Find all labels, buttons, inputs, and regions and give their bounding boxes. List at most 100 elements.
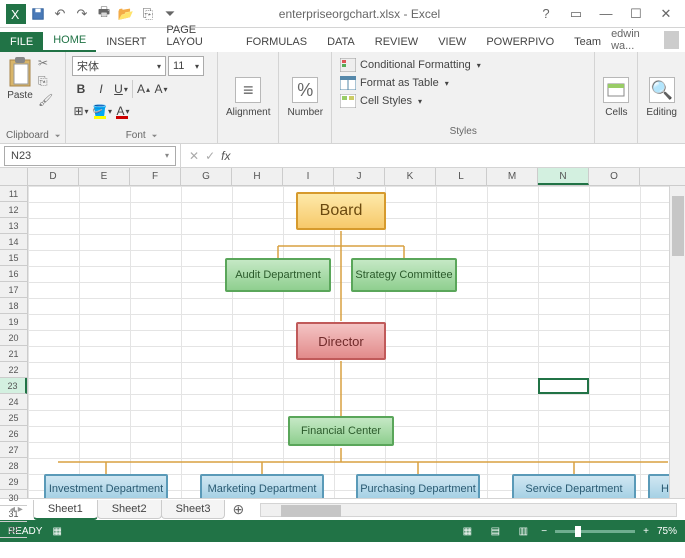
underline-button[interactable]: U▾	[112, 80, 130, 98]
row-header[interactable]: 25	[0, 410, 27, 426]
col-header[interactable]: K	[385, 168, 436, 185]
tab-review[interactable]: REVIEW	[365, 32, 428, 52]
row-header[interactable]: 13	[0, 218, 27, 234]
col-header[interactable]: D	[28, 168, 79, 185]
fill-color-button[interactable]: 🪣▾	[92, 102, 112, 120]
zoom-slider[interactable]	[555, 530, 635, 533]
group-label-font[interactable]: Font	[72, 128, 211, 141]
cut-icon[interactable]: ✂	[38, 56, 53, 70]
row-header[interactable]: 19	[0, 314, 27, 330]
close-icon[interactable]: ✕	[653, 4, 679, 24]
macro-record-icon[interactable]: ▦	[52, 526, 61, 537]
cells-area[interactable]: Board Audit Department Strategy Committe…	[28, 186, 685, 498]
increase-font-icon[interactable]: A▴	[132, 80, 150, 98]
font-size-select[interactable]: 11▾	[168, 56, 204, 76]
zoom-out-button[interactable]: −	[541, 526, 547, 537]
minimize-icon[interactable]: —	[593, 4, 619, 24]
col-header[interactable]: L	[436, 168, 487, 185]
tab-insert[interactable]: INSERT	[96, 32, 156, 52]
vertical-scrollbar[interactable]	[669, 186, 685, 498]
row-header[interactable]: 22	[0, 362, 27, 378]
tab-file[interactable]: FILE	[0, 32, 43, 52]
fx-enter-icon[interactable]: ✓	[205, 149, 215, 163]
row-header[interactable]: 29	[0, 474, 27, 490]
row-header-selected[interactable]: 23	[0, 378, 27, 394]
format-as-table-button[interactable]: Format as Table▾	[340, 76, 586, 90]
open-icon[interactable]: 📂	[116, 4, 136, 24]
col-header[interactable]: E	[79, 168, 130, 185]
border-button[interactable]: ⊞▾	[72, 102, 90, 120]
row-header[interactable]: 30	[0, 490, 27, 506]
col-header[interactable]: I	[283, 168, 334, 185]
row-header[interactable]: 17	[0, 282, 27, 298]
tab-view[interactable]: VIEW	[428, 32, 476, 52]
maximize-icon[interactable]: ☐	[623, 4, 649, 24]
row-header[interactable]: 12	[0, 202, 27, 218]
view-pagebreak-icon[interactable]: ▥	[513, 523, 533, 539]
sheet-tab[interactable]: Sheet1	[33, 500, 98, 520]
format-painter-icon[interactable]: 🖌	[38, 93, 53, 107]
row-header[interactable]: 31	[0, 506, 27, 522]
col-header[interactable]: F	[130, 168, 181, 185]
fx-cancel-icon[interactable]: ✕	[189, 149, 199, 163]
view-pagelayout-icon[interactable]: ▤	[485, 523, 505, 539]
sheet-tab[interactable]: Sheet3	[161, 500, 226, 519]
row-header[interactable]: 20	[0, 330, 27, 346]
row-header[interactable]: 26	[0, 426, 27, 442]
selected-cell[interactable]	[538, 378, 589, 394]
col-header[interactable]: M	[487, 168, 538, 185]
row-header[interactable]: 32	[0, 522, 27, 538]
col-header-selected[interactable]: N	[538, 168, 589, 185]
tab-powerpivot[interactable]: POWERPIVO	[476, 32, 564, 52]
user-name[interactable]: edwin wa...	[611, 28, 658, 52]
row-header[interactable]: 28	[0, 458, 27, 474]
formula-input[interactable]	[238, 146, 685, 166]
group-number[interactable]: % Number	[279, 52, 332, 143]
col-header[interactable]: H	[232, 168, 283, 185]
cell-styles-button[interactable]: Cell Styles▾	[340, 94, 586, 108]
row-header[interactable]: 14	[0, 234, 27, 250]
copy-icon[interactable]: ⎘	[38, 74, 53, 89]
row-header[interactable]: 11	[0, 186, 27, 202]
group-editing[interactable]: 🔍 Editing	[638, 52, 685, 143]
save-icon[interactable]	[28, 4, 48, 24]
group-alignment[interactable]: ≡ Alignment	[218, 52, 279, 143]
bold-button[interactable]: B	[72, 80, 90, 98]
zoom-in-button[interactable]: +	[643, 526, 649, 537]
col-header[interactable]: G	[181, 168, 232, 185]
horizontal-scrollbar[interactable]	[260, 503, 677, 517]
view-normal-icon[interactable]: ▦	[457, 523, 477, 539]
row-header[interactable]: 27	[0, 442, 27, 458]
copy-icon[interactable]: ⎘	[138, 4, 158, 24]
group-cells[interactable]: Cells	[595, 52, 638, 143]
tab-data[interactable]: DATA	[317, 32, 365, 52]
name-box[interactable]: N23▾	[4, 146, 176, 166]
col-header[interactable]: O	[589, 168, 640, 185]
conditional-formatting-button[interactable]: Conditional Formatting▾	[340, 58, 586, 72]
undo-icon[interactable]: ↶	[50, 4, 70, 24]
decrease-font-icon[interactable]: A▾	[152, 80, 170, 98]
row-header[interactable]: 24	[0, 394, 27, 410]
tab-home[interactable]: HOME	[43, 30, 96, 52]
zoom-level[interactable]: 75%	[657, 526, 677, 537]
tab-formulas[interactable]: FORMULAS	[236, 32, 317, 52]
sheet-tab[interactable]: Sheet2	[97, 500, 162, 519]
font-name-select[interactable]: 宋体▾	[72, 56, 166, 76]
italic-button[interactable]: I	[92, 80, 110, 98]
tab-team[interactable]: Team	[564, 32, 611, 52]
add-sheet-button[interactable]: ⊕	[224, 501, 252, 518]
row-header[interactable]: 15	[0, 250, 27, 266]
font-color-button[interactable]: A▾	[114, 102, 132, 120]
fx-icon[interactable]: fx	[221, 149, 230, 163]
row-header[interactable]: 18	[0, 298, 27, 314]
row-header[interactable]: 21	[0, 346, 27, 362]
row-header[interactable]: 16	[0, 266, 27, 282]
group-label-clipboard[interactable]: Clipboard	[6, 128, 59, 141]
ribbon-options-icon[interactable]: ▭	[563, 4, 589, 24]
help-icon[interactable]: ?	[533, 4, 559, 24]
tab-pagelayout[interactable]: PAGE LAYOU	[156, 20, 236, 52]
excel-icon[interactable]: X	[6, 4, 26, 24]
print-icon[interactable]: 🖶	[94, 4, 114, 24]
select-all-corner[interactable]	[0, 168, 28, 185]
col-header[interactable]: J	[334, 168, 385, 185]
